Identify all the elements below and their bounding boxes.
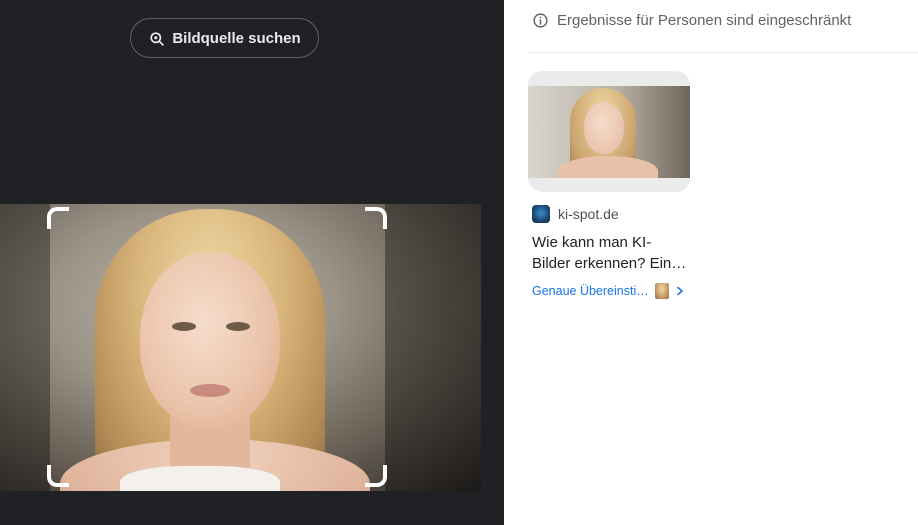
crop-handle-bottom-right[interactable] [365,465,387,487]
result-title-line-2: Bilder erkennen? Ein… [532,255,687,272]
result-title-line-1: Wie kann man KI- [532,234,652,251]
restriction-notice: Ergebnisse für Personen sind eingeschrän… [532,12,851,29]
lens-search-icon [150,31,165,46]
match-thumbnail [654,283,669,299]
result-card[interactable]: ki-spot.de Wie kann man KI- Bilder erken… [528,71,690,299]
crop-handle-bottom-left[interactable] [47,465,69,487]
crop-handle-top-left[interactable] [47,207,69,229]
info-icon [533,13,548,28]
find-image-source-button[interactable]: Bildquelle suchen [130,18,319,58]
restriction-notice-text: Ergebnisse für Personen sind eingeschrän… [557,12,852,29]
exact-match-link[interactable]: Genaue Übereinsti… [528,283,690,299]
divider [528,52,918,53]
result-thumbnail[interactable] [528,71,690,192]
result-title[interactable]: Wie kann man KI- Bilder erkennen? Ein… [528,232,688,274]
crop-handle-top-right[interactable] [365,207,387,229]
image-preview-pane: Bildquelle suchen [0,0,504,525]
globe-favicon-icon [532,205,550,223]
results-pane: Ergebnisse für Personen sind eingeschrän… [504,0,918,525]
exact-match-label: Genaue Übereinsti… [532,284,649,298]
search-image [0,204,481,491]
find-image-source-label: Bildquelle suchen [172,29,301,47]
result-source[interactable]: ki-spot.de [528,205,690,223]
result-site-name: ki-spot.de [558,206,619,222]
chevron-right-icon [676,286,683,296]
